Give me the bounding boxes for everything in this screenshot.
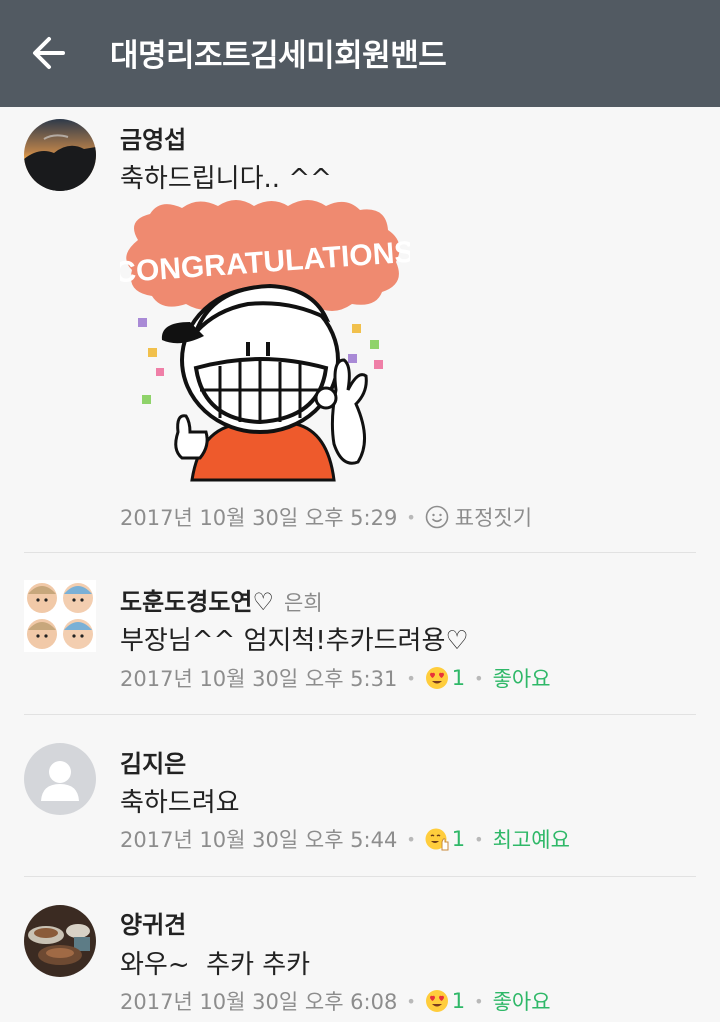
avatar[interactable] (24, 905, 96, 977)
avatar[interactable] (24, 743, 96, 815)
separator-dot: • (474, 829, 484, 849)
default-profile-icon (41, 761, 79, 801)
divider (24, 876, 696, 877)
comment-author[interactable]: 도훈도경도연♡ (120, 588, 274, 616)
comment-text: 부장님^^ 엄지척!추카드려용♡ (120, 626, 469, 656)
page-title: 대명리조트김세미회원밴드 (110, 38, 447, 74)
arrow-left-icon (33, 37, 65, 69)
comment-timestamp: 2017년 10월 30일 오후 6:08 (120, 990, 398, 1014)
separator-dot: • (474, 668, 484, 688)
comment-author-row: 도훈도경도연♡ 은희 (120, 582, 323, 617)
separator-dot: • (474, 991, 484, 1011)
reaction-count: 1 (451, 827, 466, 851)
back-button[interactable] (22, 26, 76, 80)
mention-tag[interactable]: 은희 (284, 591, 323, 615)
comment-meta: 2017년 10월 30일 오후 6:08 • 1 • 좋아요 (120, 986, 551, 1016)
comment-meta: 2017년 10월 30일 오후 5:29 • 표정짓기 (120, 502, 532, 532)
reaction-count: 1 (451, 666, 466, 690)
reaction-summary[interactable]: 1 (425, 666, 465, 690)
divider (24, 714, 696, 715)
app-bar: 대명리조트김세미회원밴드 (0, 0, 720, 107)
separator-dot: • (406, 991, 416, 1011)
comment-meta: 2017년 10월 30일 오후 5:44 • 1 • 최고예요 (120, 824, 570, 854)
congratulations-sticker: CONGRATULATIONS (120, 200, 410, 482)
comment-text: 축하드립니다.. ^^ (120, 164, 332, 194)
reaction-action-button[interactable]: 좋아요 (493, 663, 551, 693)
avatar[interactable] (24, 580, 96, 652)
separator-dot: • (406, 507, 416, 527)
comment-author[interactable]: 김지은 (120, 744, 186, 779)
express-button[interactable]: 표정짓기 (425, 502, 532, 532)
comment-timestamp: 2017년 10월 30일 오후 5:31 (120, 667, 398, 691)
comment-text: 축하드려요 (120, 788, 240, 818)
reaction-count: 1 (451, 989, 466, 1013)
comment-author[interactable]: 양귀견 (120, 905, 186, 940)
reaction-summary[interactable]: 1 (425, 989, 465, 1013)
separator-dot: • (406, 829, 416, 849)
thumbs-up-emoji-icon (425, 828, 449, 851)
separator-dot: • (406, 668, 416, 688)
comment-timestamp: 2017년 10월 30일 오후 5:29 (120, 506, 398, 530)
express-label: 표정짓기 (454, 506, 533, 530)
reaction-action-button[interactable]: 좋아요 (493, 986, 551, 1016)
reaction-action-button[interactable]: 최고예요 (493, 824, 570, 854)
comment-text: 와우~ 추카 추카 (120, 950, 311, 980)
comment-author[interactable]: 금영섭 (120, 120, 186, 155)
reaction-summary[interactable]: 1 (425, 827, 465, 851)
comment-timestamp: 2017년 10월 30일 오후 5:44 (120, 828, 398, 852)
comment-meta: 2017년 10월 30일 오후 5:31 • 1 • 좋아요 (120, 663, 551, 693)
smiley-outline-icon (425, 505, 449, 529)
heart-eyes-emoji-icon (425, 667, 448, 689)
heart-eyes-emoji-icon (425, 990, 448, 1012)
divider (24, 552, 696, 553)
avatar[interactable] (24, 119, 96, 191)
